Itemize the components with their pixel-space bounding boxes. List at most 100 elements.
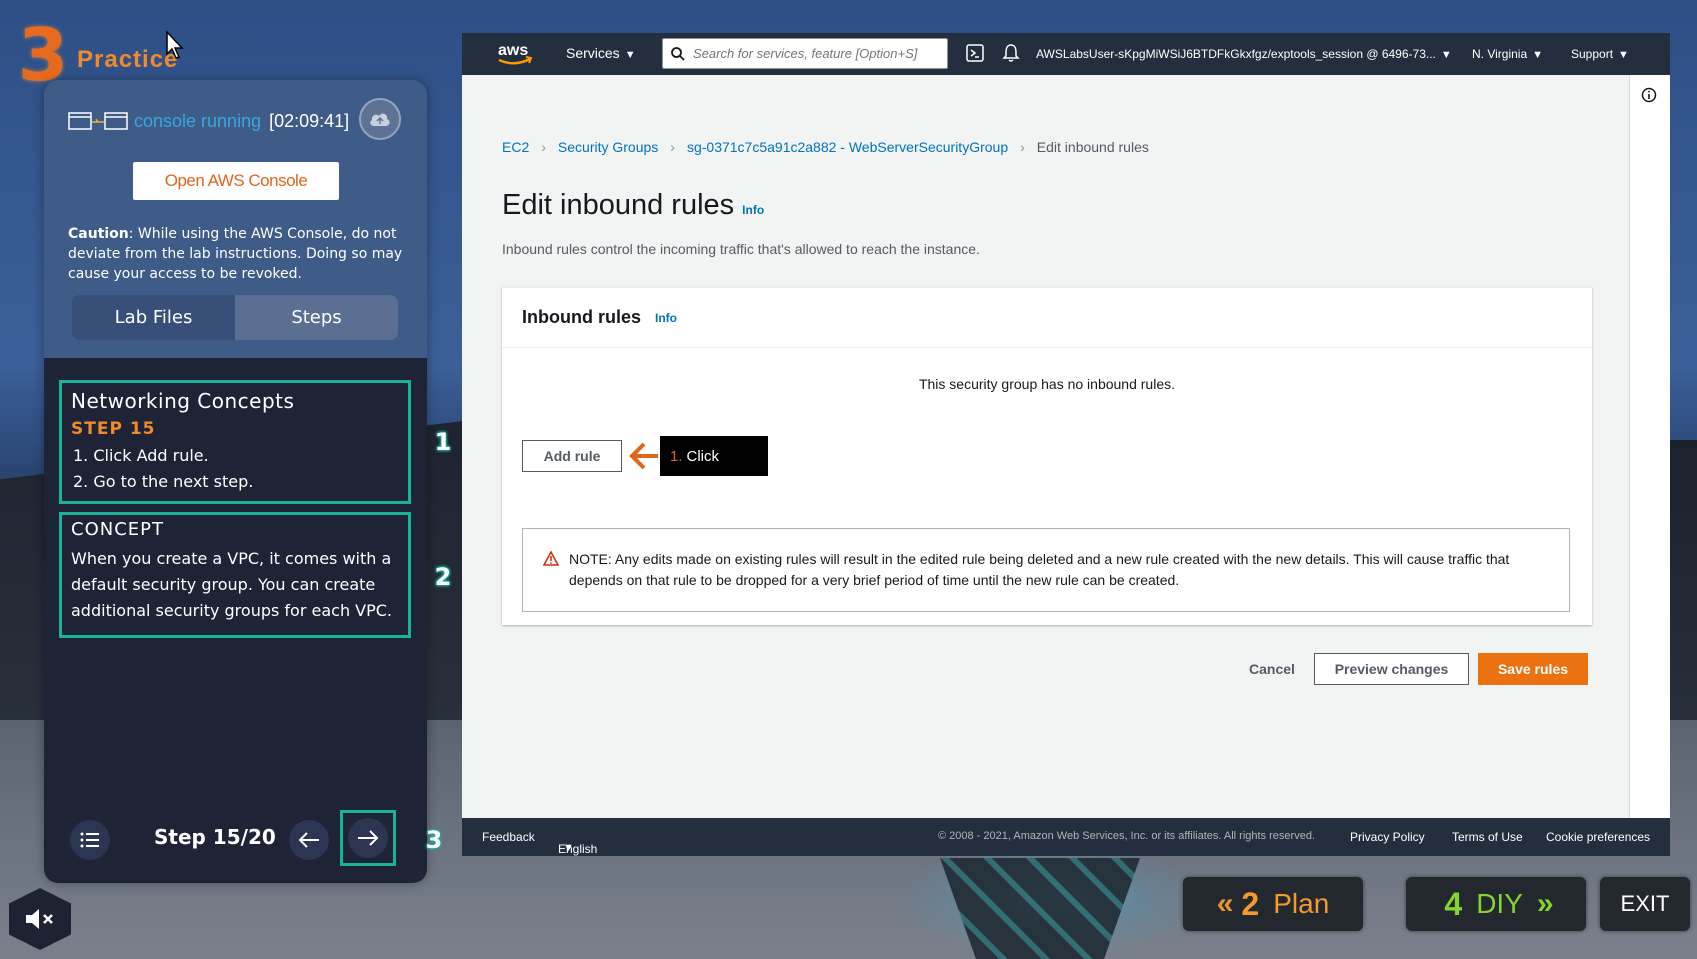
cloud-icon <box>370 113 390 126</box>
inbound-rules-header: Inbound rules Info <box>502 288 1592 348</box>
breadcrumb: EC2 › Security Groups › sg-0371c7c5a91c2… <box>502 139 1149 155</box>
callout-badge-2: 2 <box>434 563 452 591</box>
cloud-sync-button[interactable] <box>359 98 401 140</box>
step-title: Networking Concepts <box>71 389 295 413</box>
aws-logo-icon[interactable]: aws <box>496 39 536 67</box>
caution-message: Caution: While using the AWS Console, do… <box>68 224 408 284</box>
step-counter: Step 15/20 <box>154 825 276 849</box>
caret-down-icon: ▼ <box>1440 49 1452 61</box>
console-status-text: console running <box>134 110 262 131</box>
arrow-left-icon <box>298 832 319 848</box>
cookie-preferences-link[interactable]: Cookie preferences <box>1546 830 1650 844</box>
account-menu[interactable]: AWSLabsUser-sKpgMiWSiJ6BTDFkGkxfgz/expto… <box>1036 47 1452 61</box>
caret-down-icon: ▼ <box>1618 49 1629 61</box>
inbound-rules-title: Inbound rules <box>522 307 641 327</box>
plan-number: 2 <box>1241 885 1260 922</box>
main-content: EC2 › Security Groups › sg-0371c7c5a91c2… <box>462 75 1629 818</box>
empty-rules-message: This security group has no inbound rules… <box>918 376 1176 392</box>
step-number: STEP 15 <box>71 419 156 439</box>
breadcrumb-security-groups[interactable]: Security Groups <box>558 139 658 155</box>
tab-lab-files[interactable]: Lab Files <box>72 295 235 340</box>
breadcrumb-ec2[interactable]: EC2 <box>502 139 529 155</box>
callout-badge-3: 3 <box>425 826 443 854</box>
speaker-muted-icon <box>26 909 53 929</box>
caret-down-icon: ▼ <box>1532 49 1544 61</box>
breadcrumb-current: Edit inbound rules <box>1036 139 1149 155</box>
search-icon <box>671 46 685 61</box>
next-step-button-inner <box>348 818 388 858</box>
breadcrumb-security-group[interactable]: sg-0371c7c5a91c2a882 - WebServerSecurity… <box>687 139 1008 155</box>
search-input[interactable] <box>693 46 933 61</box>
plan-button[interactable]: « 2 Plan <box>1183 877 1363 931</box>
bell-icon[interactable] <box>1002 43 1020 63</box>
edit-warning-note: NOTE: Any edits made on existing rules w… <box>522 528 1570 612</box>
inbound-rules-panel: Inbound rules Info This security group h… <box>502 287 1592 625</box>
preview-changes-button[interactable]: Preview changes <box>1314 653 1469 685</box>
services-search[interactable] <box>662 38 948 69</box>
page-title: Edit inbound rules Info <box>502 189 764 222</box>
caret-down-icon: ▼ <box>563 842 574 854</box>
list-icon <box>80 832 99 848</box>
inbound-rules-info-link[interactable]: Info <box>655 311 677 325</box>
region-name: N. Virginia <box>1472 47 1528 61</box>
click-callout-number: 1. <box>670 447 683 465</box>
caret-down-icon: ▼ <box>624 49 636 61</box>
concept-title: CONCEPT <box>71 519 164 540</box>
next-step-button[interactable] <box>340 810 396 866</box>
tab-steps[interactable]: Steps <box>235 295 398 340</box>
concept-box: CONCEPT When you create a VPC, it comes … <box>59 512 411 638</box>
cloudshell-icon[interactable] <box>966 44 984 62</box>
warning-icon <box>543 551 559 566</box>
form-actions: Cancel Preview changes Save rules <box>462 653 1592 687</box>
double-chevron-right-icon: » <box>1536 887 1554 920</box>
caution-label: Caution <box>68 226 129 242</box>
callout-badge-1: 1 <box>434 428 452 456</box>
svg-text:aws: aws <box>498 42 528 59</box>
help-rail <box>1629 75 1670 818</box>
region-menu[interactable]: N. Virginia ▼ <box>1472 47 1543 61</box>
practice-logo-text: Practice <box>77 46 179 73</box>
click-callout-text: Click <box>686 447 720 465</box>
click-callout: 1. Click <box>660 436 768 476</box>
aws-console-window: aws Services ▼ AWSLabsUser-sKpgMiWSiJ6BTD… <box>462 33 1670 856</box>
mouse-cursor-icon <box>166 30 184 59</box>
previous-step-button[interactable] <box>289 820 329 860</box>
account-name: AWSLabsUser-sKpgMiWSiJ6BTDFkGkxfgz/expto… <box>1036 47 1436 61</box>
add-rule-button[interactable]: Add rule <box>522 440 622 472</box>
privacy-policy-link[interactable]: Privacy Policy <box>1350 830 1425 844</box>
copyright-text: © 2008 - 2021, Amazon Web Services, Inc.… <box>938 830 1315 842</box>
arrow-right-icon <box>358 830 379 846</box>
services-menu[interactable]: Services ▼ <box>566 45 636 61</box>
edit-warning-text: NOTE: Any edits made on existing rules w… <box>569 551 1510 588</box>
cancel-button[interactable]: Cancel <box>1232 653 1312 685</box>
aws-footer: Feedback English (US)▼ © 2008 - 2021, Am… <box>462 818 1670 856</box>
step-list: 1. Click Add rule. 2. Go to the next ste… <box>71 443 399 495</box>
open-aws-console-button[interactable]: Open AWS Console <box>133 162 339 200</box>
page-description: Inbound rules control the incoming traff… <box>502 241 980 257</box>
panel-tabs: Lab Files Steps <box>72 295 398 340</box>
step-item: 1. Click Add rule. <box>73 446 209 465</box>
aws-top-nav: aws Services ▼ AWSLabsUser-sKpgMiWSiJ6BTD… <box>462 33 1670 75</box>
exit-button[interactable]: EXIT <box>1600 877 1690 931</box>
steps-list-button[interactable] <box>70 820 110 860</box>
chevron-right-icon: › <box>1020 139 1025 155</box>
save-rules-button[interactable]: Save rules <box>1478 653 1588 685</box>
console-link-icon <box>68 112 128 130</box>
lab-panel-header: console running [02:09:41] Open AWS Cons… <box>44 80 427 358</box>
step-navigation: Step 15/20 <box>44 805 427 871</box>
services-label: Services <box>566 45 620 61</box>
plan-label: Plan <box>1273 888 1330 919</box>
support-menu[interactable]: Support ▼ <box>1571 47 1629 61</box>
page-info-link[interactable]: Info <box>742 203 764 217</box>
info-circle-icon[interactable] <box>1641 87 1657 103</box>
diy-button[interactable]: 4 DIY » <box>1406 877 1586 931</box>
arrow-left-callout-icon <box>629 442 658 470</box>
feedback-link[interactable]: Feedback <box>482 830 535 844</box>
console-status: console running [02:09:41] <box>68 108 349 134</box>
page-title-text: Edit inbound rules <box>502 189 735 221</box>
lab-panel: console running [02:09:41] Open AWS Cons… <box>44 80 427 883</box>
chevron-right-icon: › <box>670 139 675 155</box>
step-item: 2. Go to the next step. <box>73 472 254 491</box>
terms-of-use-link[interactable]: Terms of Use <box>1452 830 1523 844</box>
diy-label: DIY <box>1476 888 1523 919</box>
